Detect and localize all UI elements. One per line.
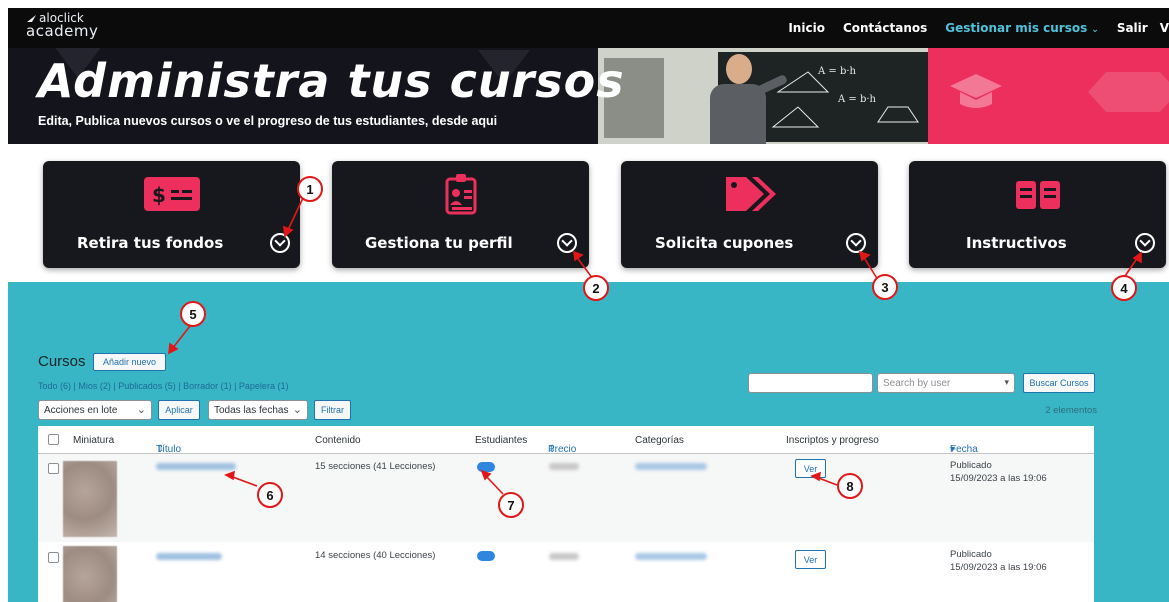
card-label: Solicita cupones [655, 234, 794, 252]
graduation-cap-icon [950, 74, 1002, 108]
main-nav: Inicio Contáctanos Gestionar mis cursos ⌄… [770, 8, 1169, 48]
course-title-link[interactable] [156, 553, 222, 560]
table-row: 14 secciones (40 Lecciones) Ver Publicad… [38, 542, 1094, 602]
search-by-user-select[interactable]: Search by user ▾ [877, 373, 1015, 393]
hero-banner: A = b·h A = b·h Administra tus cursos Ed… [8, 48, 1169, 144]
photo-teacher-head [726, 54, 752, 84]
search-courses-button[interactable]: Buscar Cursos [1023, 373, 1095, 393]
course-status: Publicado [950, 460, 992, 471]
card-withdraw-funds[interactable]: $ Retira tus fondos [43, 161, 300, 268]
annotation-marker-6: 6 [257, 482, 283, 508]
annotation-marker-3: 3 [872, 274, 898, 300]
students-count-badge[interactable] [477, 551, 495, 561]
app-frame: aloclick academy Inicio Contáctanos Gest… [8, 8, 1169, 602]
expand-chevron-icon[interactable] [557, 233, 577, 253]
course-date: 15/09/2023 a las 19:06 [950, 473, 1047, 484]
search-courses-input[interactable] [748, 373, 873, 393]
course-price [549, 553, 579, 560]
students-count-badge[interactable] [477, 462, 495, 472]
search-by-user-placeholder: Search by user [883, 377, 951, 389]
svg-text:A = b·h: A = b·h [837, 94, 877, 105]
annotation-marker-7: 7 [498, 492, 524, 518]
money-icon: $ [142, 173, 202, 215]
card-label: Retira tus fondos [77, 234, 224, 252]
course-status: Publicado [950, 549, 992, 560]
nav-manage-label: Gestionar mis cursos [945, 21, 1088, 35]
bulk-actions-label: Acciones en lote [44, 404, 118, 416]
course-price [549, 463, 579, 470]
course-content: 14 secciones (40 Lecciones) [315, 550, 436, 561]
chevron-down-icon: ⌄ [1091, 25, 1099, 35]
annotation-marker-4: 4 [1111, 275, 1137, 301]
course-content: 15 secciones (41 Lecciones) [315, 461, 436, 472]
annotation-marker-8: 8 [837, 473, 863, 499]
dropdown-arrow-icon: ▾ [1004, 377, 1009, 387]
course-category-link[interactable] [635, 553, 707, 560]
expand-chevron-icon[interactable] [1135, 233, 1155, 253]
courses-table: Miniatura Título ⇕ Contenido Estudiantes… [38, 426, 1094, 602]
hero-subtitle: Edita, Publica nuevos cursos o ve el pro… [38, 114, 498, 128]
brand-logo[interactable]: aloclick academy [26, 12, 99, 40]
nav-logout[interactable]: Salir [1117, 21, 1148, 35]
row-checkbox[interactable] [48, 552, 59, 563]
col-students: Estudiantes [475, 435, 528, 446]
view-progress-button[interactable]: Ver [795, 550, 826, 569]
col-thumbnail: Miniatura [73, 435, 115, 446]
card-label: Gestiona tu perfil [365, 234, 513, 252]
card-tutorials[interactable]: Instructivos [909, 161, 1166, 268]
card-manage-profile[interactable]: Gestiona tu perfil [332, 161, 589, 268]
course-category-link[interactable] [635, 463, 707, 470]
card-label: Instructivos [966, 234, 1067, 252]
chevron-down-icon: ⌄ [292, 404, 302, 416]
course-date: 15/09/2023 a las 19:06 [950, 562, 1047, 573]
annotation-marker-1: 1 [297, 176, 323, 202]
annotation-marker-5: 5 [180, 301, 206, 327]
table-row: 15 secciones (41 Lecciones) Ver Publicad… [38, 454, 1094, 542]
dates-filter-label: Todas las fechas [214, 404, 289, 416]
dates-filter-select[interactable]: Todas las fechas ⌄ [208, 400, 308, 420]
bulk-actions-select[interactable]: Acciones en lote ⌄ [38, 400, 152, 420]
view-progress-button[interactable]: Ver [795, 459, 826, 478]
coupon-tag-icon [720, 173, 780, 215]
annotation-marker-2: 2 [583, 275, 609, 301]
nav-manage-courses[interactable]: Gestionar mis cursos ⌄ [945, 21, 1099, 35]
row-checkbox[interactable] [48, 463, 59, 474]
courses-heading: Cursos [38, 353, 86, 370]
apply-button[interactable]: Aplicar [158, 400, 200, 420]
nav-extra[interactable]: V [1160, 21, 1169, 35]
col-enrolled-progress: Inscriptos y progreso [786, 435, 879, 446]
table-header: Miniatura Título ⇕ Contenido Estudiantes… [38, 426, 1094, 455]
add-new-course-button[interactable]: Añadir nuevo [93, 353, 166, 371]
svg-text:A = b·h: A = b·h [817, 66, 857, 77]
expand-chevron-icon[interactable] [846, 233, 866, 253]
nav-home[interactable]: Inicio [788, 21, 825, 35]
status-filter-links[interactable]: Todo (6) | Mios (2) | Publicados (5) | B… [38, 381, 288, 391]
svg-text:$: $ [152, 183, 166, 207]
hero-teacher-photo: A = b·h A = b·h [598, 48, 928, 144]
filter-button[interactable]: Filtrar [314, 400, 351, 420]
profile-id-icon [431, 173, 491, 215]
course-thumbnail[interactable] [63, 546, 117, 602]
col-categories: Categorías [635, 435, 684, 446]
course-title-link[interactable] [156, 463, 236, 470]
nav-contact[interactable]: Contáctanos [843, 21, 927, 35]
top-navbar: aloclick academy Inicio Contáctanos Gest… [8, 8, 1169, 48]
book-icon [1008, 173, 1068, 215]
col-content: Contenido [315, 435, 361, 446]
brand-line2: academy [26, 22, 99, 40]
course-thumbnail[interactable] [63, 461, 117, 537]
expand-chevron-icon[interactable] [270, 233, 290, 253]
hero-title: Administra tus cursos [38, 54, 625, 108]
chevron-down-icon: ⌄ [136, 404, 146, 416]
card-request-coupons[interactable]: Solicita cupones [621, 161, 878, 268]
items-count: 2 elementos [1045, 405, 1097, 416]
select-all-checkbox[interactable] [48, 434, 59, 445]
